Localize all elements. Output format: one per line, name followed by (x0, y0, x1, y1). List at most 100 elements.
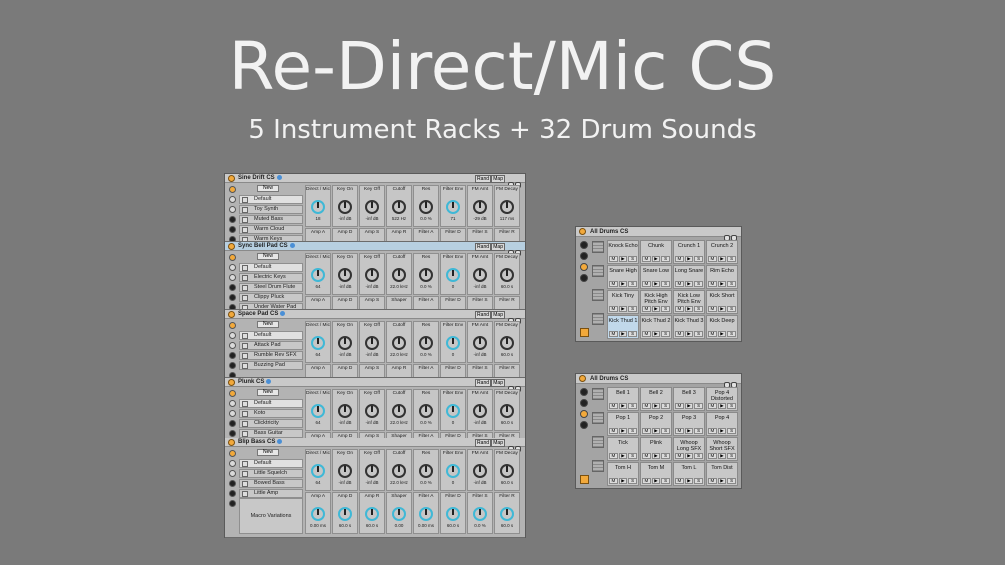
macro-knob[interactable]: Res 0.0 % (413, 185, 439, 227)
drum-pad[interactable]: Bell 2 M ▶ S (640, 387, 672, 411)
rack-header[interactable]: Space Pad CS Rand Map (225, 310, 525, 324)
chain-activator-icon[interactable] (242, 207, 248, 213)
chain-item[interactable]: Koto (239, 409, 303, 418)
drum-pad[interactable]: Rim Echo M ▶ S (706, 265, 738, 289)
solo-button[interactable]: S (628, 306, 638, 312)
drum-pad[interactable]: Kick High Pitch Env M ▶ S (640, 290, 672, 314)
macro-knob[interactable]: Key Off -inf dB (359, 389, 385, 431)
power-icon[interactable] (228, 311, 235, 318)
mute-button[interactable]: M (642, 306, 651, 312)
macro-knob[interactable]: Amp S (359, 228, 385, 241)
macro-knob[interactable]: Key Off -inf dB (359, 253, 385, 295)
mute-button[interactable]: M (675, 478, 684, 484)
macro-knob[interactable]: Res 0.0 % (413, 321, 439, 363)
power-icon[interactable] (228, 379, 235, 386)
play-button[interactable]: ▶ (684, 428, 694, 434)
mute-button[interactable]: M (609, 331, 618, 337)
drum-pad[interactable]: Tom H M ▶ S (607, 462, 639, 486)
macro-knob[interactable]: Amp D (332, 228, 358, 241)
knob-dial-icon[interactable] (473, 200, 487, 214)
power-icon[interactable] (579, 375, 586, 382)
play-button[interactable]: ▶ (684, 256, 694, 262)
macro-knob[interactable]: Key On -inf dB (332, 321, 358, 363)
solo-button[interactable]: S (661, 453, 671, 459)
macro-knob[interactable]: Filter R (494, 364, 520, 377)
knob-dial-icon[interactable] (311, 268, 325, 282)
drum-pad[interactable]: Plink M ▶ S (640, 437, 672, 461)
knob-dial-icon[interactable] (419, 268, 433, 282)
drum-pad[interactable]: Kick Low Pitch Env M ▶ S (673, 290, 705, 314)
mute-button[interactable]: M (609, 453, 618, 459)
chain-activator-icon[interactable] (242, 197, 248, 203)
macro-knob[interactable]: Filter R 60.0 s (494, 492, 520, 534)
macro-knob[interactable]: Filter R (494, 228, 520, 241)
knob-dial-icon[interactable] (446, 336, 460, 350)
rack-view-toggle-icon[interactable] (229, 400, 236, 407)
mute-button[interactable]: M (708, 478, 717, 484)
knob-dial-icon[interactable] (473, 507, 487, 521)
play-button[interactable]: ▶ (684, 306, 694, 312)
macro-knob[interactable]: Res 0.0 % (413, 389, 439, 431)
rack-view-toggle-icon[interactable] (229, 322, 236, 329)
drum-pad[interactable]: Pop 1 M ▶ S (607, 412, 639, 436)
rack-header[interactable]: Plunk CS Rand Map (225, 378, 525, 392)
play-button[interactable]: ▶ (618, 403, 628, 409)
solo-button[interactable]: S (661, 306, 671, 312)
macro-knob[interactable]: Res 0.0 % (413, 253, 439, 295)
macro-knob[interactable]: Filter Env 0 (440, 321, 466, 363)
macro-knob[interactable]: Key Off -inf dB (359, 185, 385, 227)
knob-dial-icon[interactable] (392, 268, 406, 282)
play-button[interactable]: ▶ (618, 478, 628, 484)
play-button[interactable]: ▶ (618, 453, 628, 459)
rack-view-toggle-icon[interactable] (229, 274, 236, 281)
drum-pad[interactable]: Kick Thud 1 M ▶ S (607, 315, 639, 339)
drum-pad[interactable]: Tick M ▶ S (607, 437, 639, 461)
solo-button[interactable]: S (727, 306, 737, 312)
pad-bank-icon[interactable] (580, 475, 589, 484)
chain-item[interactable]: Toy Synth (239, 205, 303, 214)
mute-button[interactable]: M (675, 403, 684, 409)
pad-overview-icon[interactable] (592, 436, 604, 448)
macro-knob[interactable]: Cutoff 522 Hz (386, 185, 412, 227)
mute-button[interactable]: M (708, 428, 717, 434)
knob-dial-icon[interactable] (473, 464, 487, 478)
mute-button[interactable]: M (675, 281, 684, 287)
mute-button[interactable]: M (675, 306, 684, 312)
chain-activator-icon[interactable] (242, 471, 248, 477)
macro-knob[interactable]: Cutoff 22.0 kHz (386, 253, 412, 295)
macro-knob[interactable]: Key On -inf dB (332, 185, 358, 227)
knob-dial-icon[interactable] (419, 507, 433, 521)
solo-button[interactable]: S (694, 453, 704, 459)
solo-button[interactable]: S (694, 478, 704, 484)
chain-activator-icon[interactable] (242, 265, 248, 271)
solo-button[interactable]: S (628, 478, 638, 484)
rack-view-toggle-icon[interactable] (229, 460, 236, 467)
chain-item[interactable]: Steel Drum Flute (239, 283, 303, 292)
macro-knob[interactable]: Filter S (467, 228, 493, 241)
drum-view-toggle-icon[interactable] (580, 263, 588, 271)
play-button[interactable]: ▶ (684, 478, 694, 484)
knob-dial-icon[interactable] (365, 200, 379, 214)
knob-dial-icon[interactable] (365, 464, 379, 478)
drum-pad[interactable]: Chunk M ▶ S (640, 240, 672, 264)
knob-dial-icon[interactable] (500, 336, 514, 350)
play-button[interactable]: ▶ (651, 453, 661, 459)
play-button[interactable]: ▶ (651, 428, 661, 434)
drum-pad[interactable]: Tom L M ▶ S (673, 462, 705, 486)
macro-knob[interactable]: Filter R (494, 296, 520, 309)
pad-overview-icon[interactable] (592, 265, 604, 277)
mute-button[interactable]: M (642, 478, 651, 484)
knob-dial-icon[interactable] (311, 336, 325, 350)
power-icon[interactable] (228, 439, 235, 446)
mute-button[interactable]: M (675, 453, 684, 459)
solo-button[interactable]: S (694, 306, 704, 312)
new-chain-button[interactable]: New (257, 449, 279, 456)
rack-view-toggle-icon[interactable] (229, 410, 236, 417)
drum-pad[interactable]: Whoop Short SFX M ▶ S (706, 437, 738, 461)
pad-overview-icon[interactable] (592, 388, 604, 400)
macro-knob[interactable]: Amp R 60.0 s (359, 492, 385, 534)
rand-button[interactable]: Rand (475, 243, 491, 251)
knob-dial-icon[interactable] (311, 464, 325, 478)
rack-header[interactable]: Sync Bell Pad CS Rand Map (225, 242, 525, 256)
chain-activator-icon[interactable] (242, 333, 248, 339)
